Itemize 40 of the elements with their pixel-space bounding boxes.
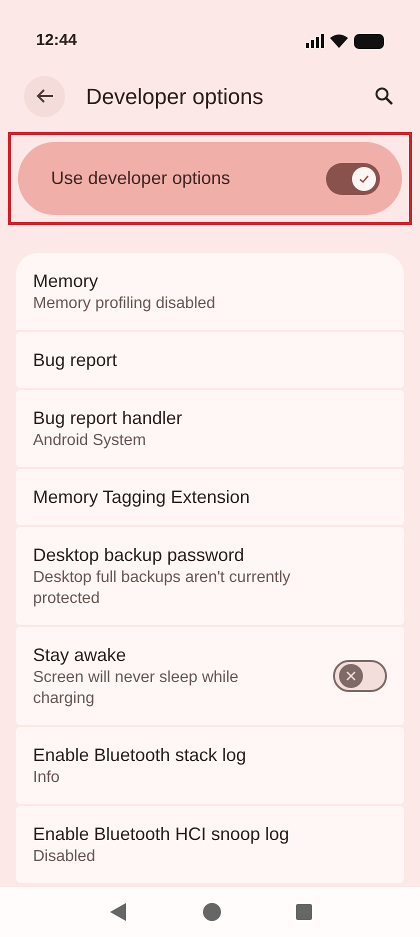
setting-subtitle: Android System <box>33 431 147 451</box>
setting-title: Memory <box>33 270 100 293</box>
setting-subtitle: Info <box>33 768 61 788</box>
back-arrow-icon <box>36 88 54 104</box>
signal-icon <box>306 34 324 48</box>
search-icon <box>375 87 393 105</box>
setting-item[interactable]: Enable Bluetooth stack log Info <box>16 727 404 804</box>
setting-subtitle: Desktop full backups aren't currently protected <box>33 568 292 609</box>
page-title: Developer options <box>86 82 264 111</box>
back-triangle-icon <box>110 903 126 921</box>
setting-item[interactable]: Stay awake Screen will never sleep while charging <box>16 627 404 725</box>
setting-subtitle: Screen will never sleep while charging <box>33 668 240 709</box>
back-button[interactable] <box>24 76 65 116</box>
setting-title: Memory Tagging Extension <box>33 486 250 509</box>
master-switch-bar[interactable]: Use developer options <box>18 142 402 215</box>
setting-item[interactable]: Desktop backup password Desktop full backups aren't currently protected <box>16 527 404 625</box>
battery-icon <box>354 34 384 48</box>
setting-title: Enable Bluetooth stack log <box>33 744 246 767</box>
wifi-icon <box>330 34 348 48</box>
setting-title: Bug report handler <box>33 407 182 430</box>
setting-item[interactable]: Memory Tagging Extension <box>16 469 404 525</box>
back-nav-button[interactable] <box>108 902 128 922</box>
recents-button[interactable] <box>296 904 312 920</box>
setting-item[interactable]: Enable Bluetooth HCI snoop log Disabled <box>16 806 404 883</box>
setting-item[interactable]: Bug report <box>16 332 404 388</box>
setting-title: Desktop backup password <box>33 544 246 567</box>
setting-subtitle: Memory profiling disabled <box>33 294 216 314</box>
home-button[interactable] <box>202 903 221 921</box>
toggle-switch[interactable] <box>326 162 380 194</box>
master-switch-label: Use developer options <box>51 167 230 190</box>
close-icon <box>346 671 356 681</box>
check-icon <box>358 172 370 184</box>
setting-item[interactable]: Memory Memory profiling disabled <box>16 253 404 330</box>
setting-item[interactable]: Bug report handler Android System <box>16 390 404 467</box>
toggle-switch[interactable] <box>333 660 387 692</box>
setting-title: Stay awake <box>33 644 128 667</box>
setting-title: Bug report <box>33 349 118 372</box>
setting-subtitle: Disabled <box>33 847 96 867</box>
status-time: 12:44 <box>36 31 77 51</box>
setting-title: Enable Bluetooth HCI snoop log <box>33 823 290 846</box>
